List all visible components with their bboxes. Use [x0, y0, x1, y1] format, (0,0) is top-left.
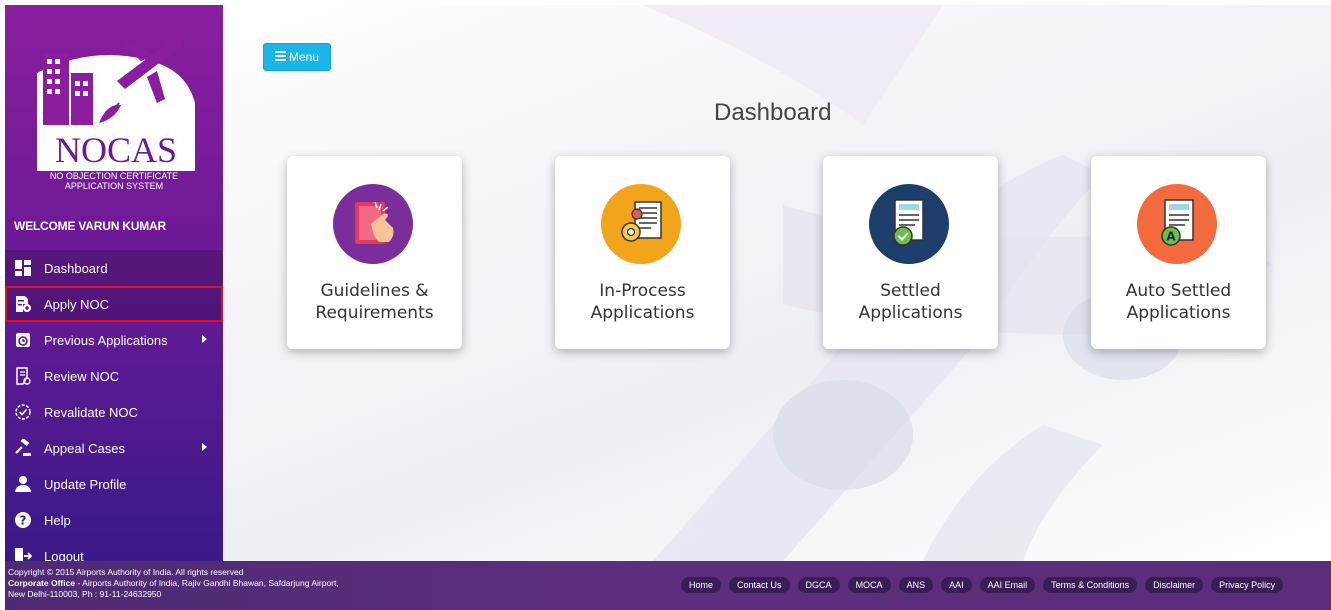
gavel-icon [14, 439, 32, 457]
sidebar-item-revalidate-noc[interactable]: Revalidate NOC [5, 394, 223, 430]
card-auto-settled[interactable]: A Auto Settled Applications [1091, 156, 1266, 349]
menu-button[interactable]: Menu [263, 43, 331, 71]
footer-link-moca[interactable]: MOCA [847, 577, 891, 593]
sidebar-item-label: Dashboard [44, 260, 108, 276]
footer-link-contact-us[interactable]: Contact Us [729, 577, 790, 593]
help-icon: ? [14, 511, 32, 529]
sidebar-item-label: Review NOC [44, 368, 120, 384]
footer-link-dgca[interactable]: DGCA [797, 577, 840, 593]
card-label: Guidelines & Requirements [287, 280, 462, 324]
sidebar-item-label: Logout [44, 548, 84, 562]
card-label-line1: Guidelines & [320, 281, 429, 301]
footer-link-terms[interactable]: Terms & Conditions [1043, 577, 1138, 593]
in-process-icon [601, 184, 681, 264]
footer-link-aai[interactable]: AAI [941, 577, 972, 593]
chevron-right-icon [202, 443, 207, 451]
sidebar-item-appeal-cases[interactable]: Appeal Cases [5, 430, 223, 466]
address-text: New Delhi-110003, Ph : 91-11-24632950 [8, 589, 162, 599]
svg-text:?: ? [20, 514, 27, 528]
footer-copyright: Copyright © 2015 Airports Authority of I… [8, 567, 339, 600]
card-label-line1: Settled [880, 281, 941, 301]
page-title-text: Dashboard [714, 99, 832, 126]
card-label: Settled Applications [823, 280, 998, 324]
footer-links: Home Contact Us DGCA MOCA ANS AAI AAI Em… [681, 577, 1284, 593]
sidebar-nav: Dashboard Apply NOC Previous Application… [5, 250, 223, 561]
menu-label: Menu [288, 50, 320, 64]
card-label: Auto Settled Applications [1091, 280, 1266, 324]
footer-link-home[interactable]: Home [681, 577, 722, 593]
footer-link-aai-email[interactable]: AAI Email [979, 577, 1036, 593]
sidebar-item-help[interactable]: ? Help [5, 502, 223, 538]
review-icon [14, 367, 32, 385]
logo-graphic-icon [37, 37, 195, 133]
nocas-logo: NOCAS [37, 33, 195, 173]
sidebar-item-update-profile[interactable]: Update Profile [5, 466, 223, 502]
user-icon [14, 475, 32, 493]
logo-subtitle-line1: NO OBJECTION CERTIFICATE [49, 171, 179, 181]
footer-link-disclaimer[interactable]: Disclaimer [1145, 577, 1204, 593]
office-text: - Airports Authority of India, Rajiv Gan… [75, 578, 339, 588]
auto-settled-icon: A [1137, 184, 1217, 264]
office-label: Corporate Office [8, 578, 76, 588]
card-label-line1: In-Process [599, 281, 686, 301]
welcome-text: WELCOME VARUN KUMAR [14, 219, 166, 233]
footer-link-ans[interactable]: ANS [898, 577, 934, 593]
card-label: In-Process Applications [555, 280, 730, 324]
main-content: Menu Dashboard Guidelines & Requirements [223, 5, 1331, 561]
logo-subtitle: NO OBJECTION CERTIFICATE APPLICATION SYS… [5, 171, 223, 191]
hamburger-icon [274, 50, 286, 64]
dashboard-icon [14, 259, 32, 277]
history-icon [14, 331, 32, 349]
sidebar-item-dashboard[interactable]: Dashboard [5, 250, 223, 286]
apply-icon [14, 295, 32, 313]
sidebar-item-label: Revalidate NOC [44, 404, 138, 420]
logo-text: NOCAS [54, 130, 178, 170]
sidebar-item-label: Apply NOC [44, 296, 110, 312]
revalidate-icon [14, 403, 32, 421]
footer: Copyright © 2015 Airports Authority of I… [5, 561, 1331, 610]
card-label-line2: Requirements [315, 303, 434, 323]
sidebar-item-apply-noc[interactable]: Apply NOC [5, 286, 223, 322]
sidebar-item-logout[interactable]: Logout [5, 538, 223, 561]
footer-link-privacy-policy[interactable]: Privacy Policy [1211, 577, 1284, 593]
chevron-right-icon [202, 335, 207, 343]
sidebar-item-label: Appeal Cases [44, 440, 125, 456]
card-settled[interactable]: Settled Applications [823, 156, 998, 349]
sidebar-item-label: Help [44, 512, 71, 528]
settled-icon [869, 184, 949, 264]
logout-icon [14, 547, 32, 561]
logo-subtitle-line2: APPLICATION SYSTEM [64, 181, 164, 191]
card-guidelines[interactable]: Guidelines & Requirements [287, 156, 462, 349]
sidebar-item-previous-applications[interactable]: Previous Applications [5, 322, 223, 358]
card-label-line2: Applications [590, 303, 695, 323]
copyright-text: Copyright © 2015 Airports Authority of I… [8, 567, 244, 577]
sidebar-item-label: Previous Applications [44, 332, 168, 348]
sidebar: NOCAS NO OBJECTION CERTIFICATE APPLICATI… [5, 5, 223, 561]
sidebar-item-label: Update Profile [44, 476, 127, 492]
svg-text:A: A [1166, 230, 1176, 244]
card-in-process[interactable]: In-Process Applications [555, 156, 730, 349]
card-label-line1: Auto Settled [1125, 281, 1232, 301]
card-label-line2: Applications [858, 303, 963, 323]
sidebar-item-review-noc[interactable]: Review NOC [5, 358, 223, 394]
card-label-line2: Applications [1126, 303, 1231, 323]
corporate-office-line: Corporate Office - Airports Authority of… [8, 578, 339, 589]
guidelines-icon [333, 184, 413, 264]
